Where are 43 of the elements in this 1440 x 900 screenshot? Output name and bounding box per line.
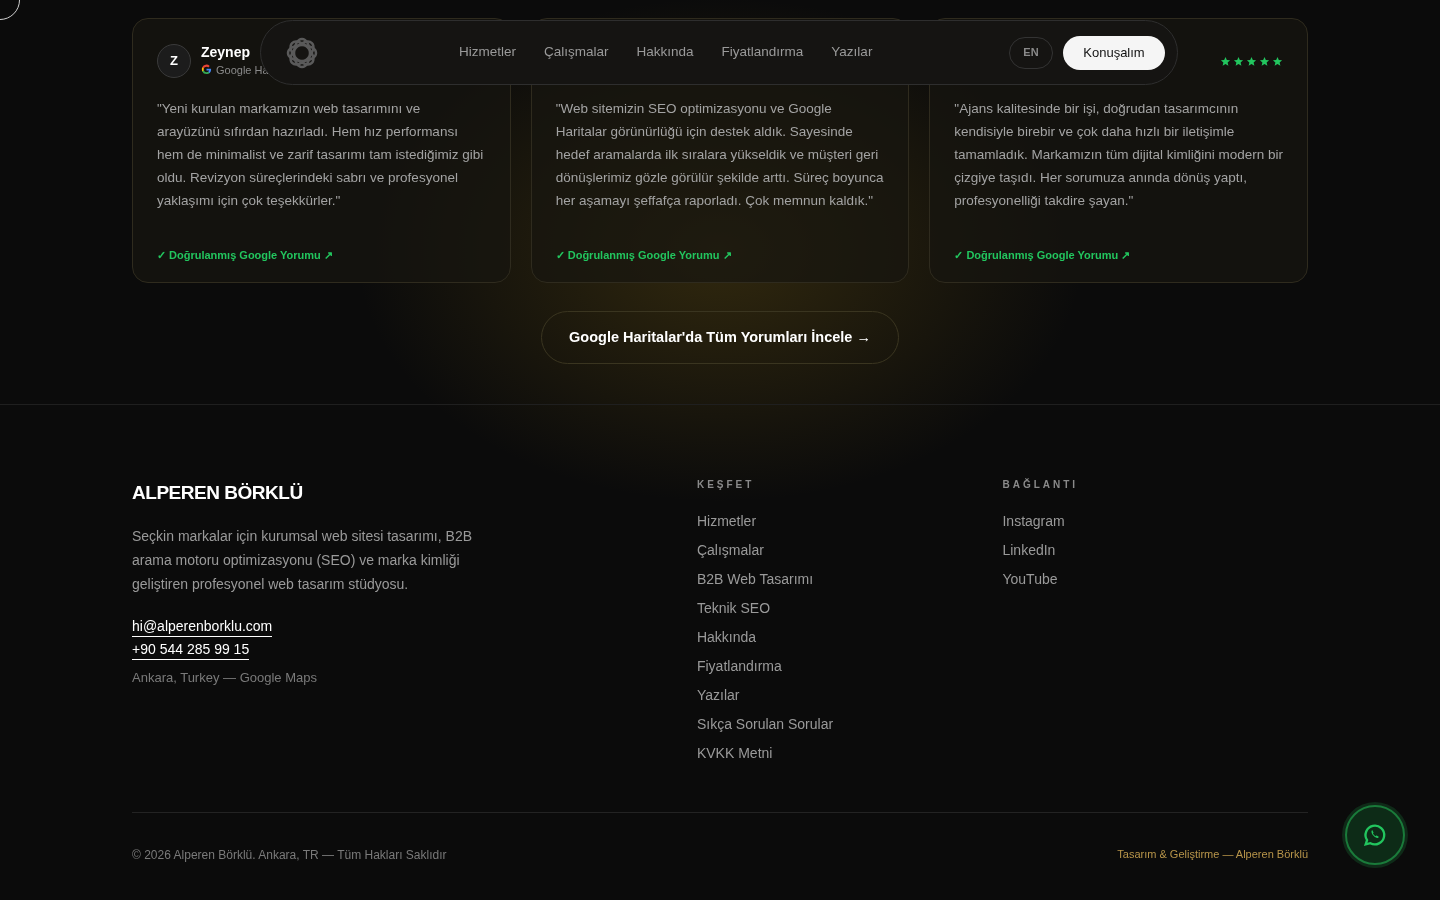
footer-link[interactable]: Hakkında bbox=[696, 628, 1003, 647]
footer-link[interactable]: LinkedIn bbox=[1002, 541, 1308, 560]
footer-column-title: KEŞFET bbox=[696, 478, 756, 492]
footer-link[interactable]: KVKK Metni bbox=[696, 744, 1003, 763]
contact-button[interactable]: Konuşalım bbox=[1063, 35, 1165, 70]
review-text: "Yeni kurulan markamızın web tasarımını ve arayüzünü sıfırdan hazırladı. Hem hız performansı hem de minimalist ve zarif tasarımı tam istediğimiz gibi oldu. Revizyon süreçlerindeki sabrı ve profesyonel yaklaşımı için çok teşekkürler." bbox=[157, 100, 485, 210]
whatsapp-button[interactable] bbox=[1345, 805, 1405, 865]
location-text: Ankara, Turkey — Google Maps bbox=[132, 668, 318, 687]
credit-text: Tasarım & Geliştirme — Alperen Börklü bbox=[1117, 847, 1308, 862]
verified-review-link[interactable]: ✓ Doğrulanmış Google Yorumu ↗ bbox=[157, 247, 333, 264]
star-icon bbox=[1259, 55, 1270, 67]
footer-link[interactable]: B2B Web Tasarımı bbox=[696, 570, 1003, 589]
review-text: "Ajans kalitesinde bir işi, doğrudan tasarımcının kendisiyle birebir ve çok daha hızlı bir iletişimle tamamladık. Markamızın tüm dijital kimliğini modern bir çizgiye taşıdı. Her sorumuza anında dönüş yaptı, profesyonelliği takdire şayan." bbox=[954, 100, 1283, 210]
nav-link[interactable]: Hakkında bbox=[636, 42, 694, 63]
verified-review-link[interactable]: ✓ Doğrulanmış Google Yorumu ↗ bbox=[555, 247, 732, 264]
footer-link[interactable]: Yazılar bbox=[696, 686, 1003, 705]
logo-icon[interactable] bbox=[285, 35, 319, 70]
reviewer-name: Zeynep bbox=[201, 44, 251, 62]
verified-review-link[interactable]: ✓ Doğrulanmış Google Yorumu ↗ bbox=[954, 247, 1131, 264]
nav-link[interactable]: Hizmetler bbox=[459, 42, 516, 63]
footer-link[interactable]: Çalışmalar bbox=[696, 541, 1003, 560]
avatar: Z bbox=[157, 44, 191, 78]
footer-link[interactable]: Instagram bbox=[1002, 512, 1308, 531]
copyright-text: © 2026 Alperen Börklü. Ankara, TR — Tüm Hakları Saklıdır bbox=[132, 847, 447, 864]
footer-link[interactable]: Sıkça Sorulan Sorular bbox=[696, 715, 1003, 734]
footer-brand: ALPEREN BÖRKLÜ bbox=[132, 481, 304, 505]
google-icon bbox=[201, 64, 212, 76]
phone-link[interactable]: +90 544 285 99 15 bbox=[132, 638, 250, 660]
footer-link[interactable]: Teknik SEO bbox=[696, 599, 1003, 618]
star-icon bbox=[1220, 55, 1231, 67]
star-icon bbox=[1272, 55, 1283, 67]
footer-link[interactable]: Fiyatlandırma bbox=[696, 657, 1003, 676]
footer-column-title: BAĞLANTI bbox=[1002, 477, 1080, 492]
footer-link[interactable]: Hizmetler bbox=[696, 512, 1003, 531]
star-icon bbox=[1246, 55, 1257, 67]
nav-link[interactable]: Fiyatlandırma bbox=[721, 42, 804, 63]
nav-link[interactable]: Yazılar bbox=[831, 42, 873, 63]
footer-link[interactable]: YouTube bbox=[1002, 570, 1308, 589]
nav-link[interactable]: Çalışmalar bbox=[544, 42, 609, 63]
star-icon bbox=[1233, 55, 1244, 67]
email-link[interactable]: hi@alperenborklu.com bbox=[132, 615, 273, 637]
footer-description: Seçkin markalar için kurumsal web sitesi tasarımı, B2B arama motoru optimizasyonu (SEO) ve marka kimliği geliştiren profesyonel web tasarım stüdyosu. bbox=[132, 526, 473, 594]
review-text: "Web sitemizin SEO optimizasyonu ve Google Haritalar görünürlüğü için destek aldık. Sayesinde hedef aramalarda ilk sıralara yükseldik ve müşteri geri dönüşlerimiz gözle görülür şekilde arttı. Süreç boyunca her aşamayı şeffafça raporladı. Çok memnun kaldık." bbox=[555, 100, 885, 210]
